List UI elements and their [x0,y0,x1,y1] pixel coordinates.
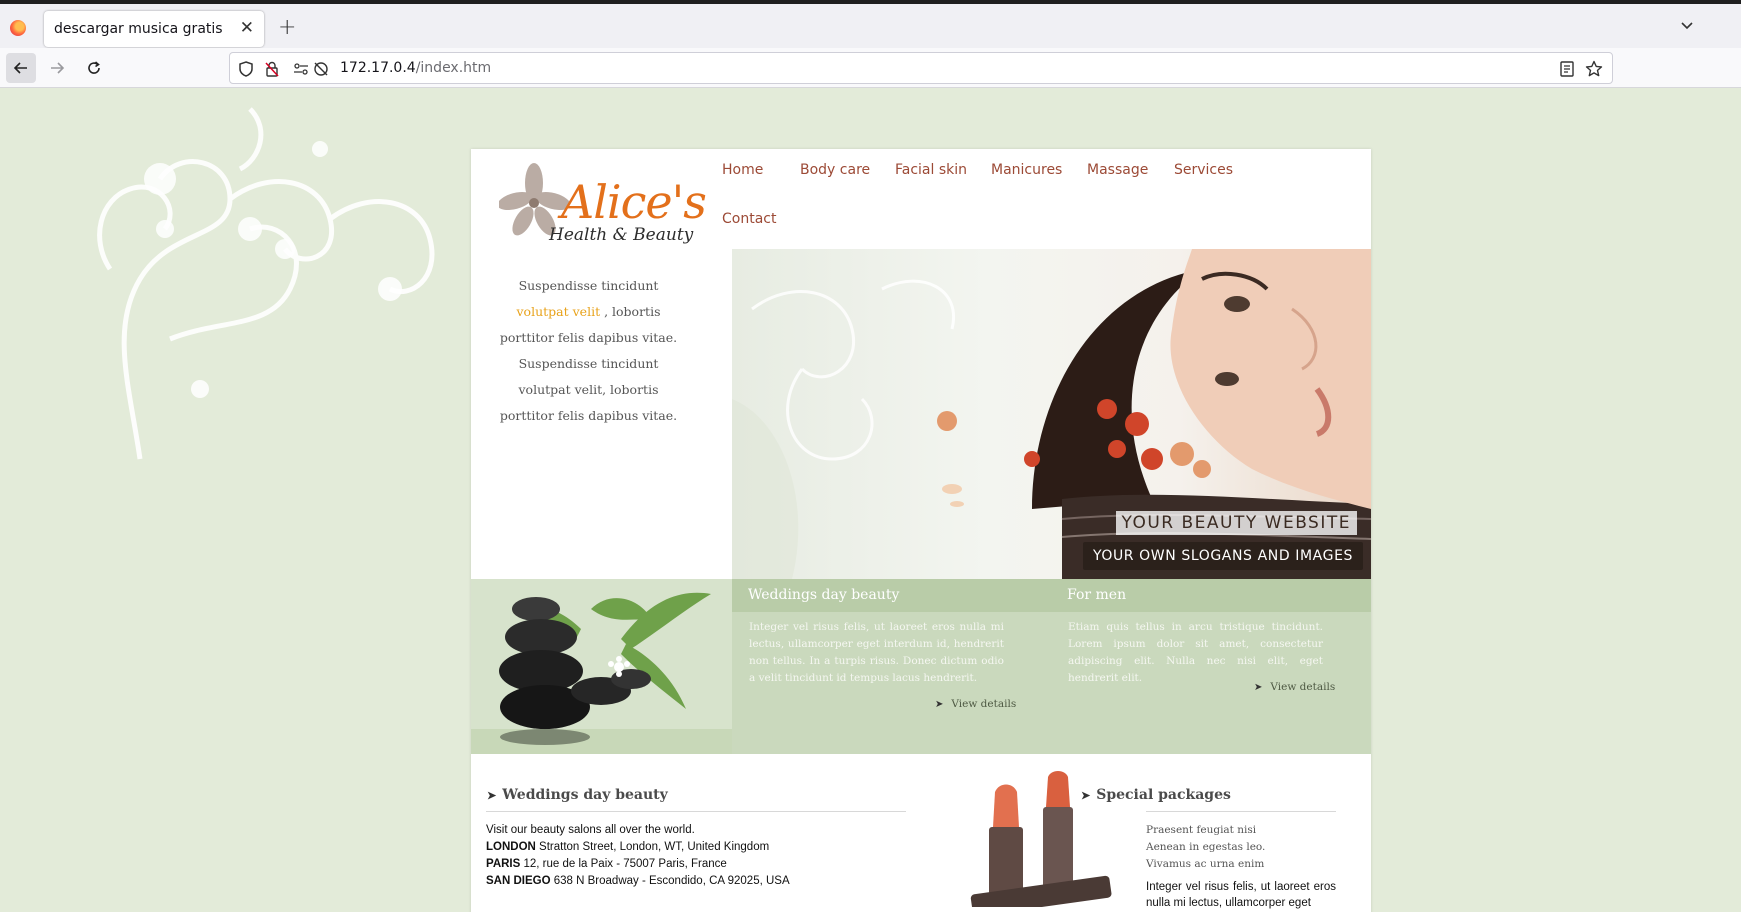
reload-button[interactable] [79,53,109,83]
menu-item-massage[interactable]: Massage [1087,162,1148,178]
weddings-heading: ➤ Weddings day beauty [487,787,668,803]
packages-list-item: Praesent feugiat nisi [1146,824,1257,836]
menu-item-services[interactable]: Services [1174,162,1233,178]
city-san-diego: SAN DIEGO [486,875,551,887]
back-arrow-icon [13,62,27,74]
packages-heading: ➤ Special packages [1081,787,1231,803]
hero-slogan-main: YOUR BEAUTY WEBSITE [1115,511,1357,535]
chevron-right-icon: ➤ [1081,789,1091,802]
address-san-diego-text: 638 N Broadway - Escondido, CA 92025, US… [553,875,790,887]
back-button[interactable] [6,53,36,83]
insecure-lock-icon[interactable] [263,60,281,78]
address-bar[interactable]: 172.17.0.4/index.htm [229,52,1613,84]
menu-item-body-care[interactable]: Body care [800,162,870,178]
site-container: Alice's Health & Beauty Home Body care F… [471,149,1371,912]
packages-text: Integer vel risus felis, ut laoreet eros… [1146,881,1336,909]
tab-bar: descargar musica gratis ✕ + [0,4,1741,48]
view-details-label: View details [1270,681,1336,693]
packages-list: Praesent feugiat nisi Aenean in egestas … [1146,822,1265,873]
hero-slogan-sub: YOUR OWN SLOGANS AND IMAGES [1082,542,1363,570]
url-path: /index.htm [415,60,492,76]
navigation-toolbar: 172.17.0.4/index.htm [0,48,1741,88]
reload-icon [88,61,100,74]
new-tab-plus-icon[interactable]: + [278,15,296,40]
spa-stones-image [471,579,732,754]
weddings-divider [486,811,906,812]
bookmark-star-icon[interactable] [1584,59,1604,79]
menu-item-manicures[interactable]: Manicures [991,162,1062,178]
address-paris: PARIS 12, rue de la Paix - 75007 Paris, … [486,856,846,873]
floral-swirl-decoration [97,107,435,460]
packages-heading-label: Special packages [1096,787,1231,803]
hero-banner: YOUR BEAUTY WEBSITE YOUR OWN SLOGANS AND… [732,249,1371,579]
url-text[interactable]: 172.17.0.4/index.htm [340,60,491,76]
city-paris: PARIS [486,858,521,870]
forward-button[interactable] [42,53,72,83]
close-tab-icon[interactable]: ✕ [240,18,254,38]
tab-title: descargar musica gratis [54,21,223,37]
browser-tab-active[interactable]: descargar musica gratis ✕ [44,11,264,47]
features-band: Weddings day beauty Integer vel risus fe… [471,579,1371,754]
packages-list-item: Aenean in egestas leo. [1146,841,1266,853]
logo-name: Alice's [561,175,707,229]
address-london: LONDON Stratton Street, London, WT, Unit… [486,839,846,856]
view-details-label: View details [951,698,1017,710]
shield-icon[interactable] [237,60,255,78]
permissions-icon[interactable] [292,60,310,78]
feature-men-text: Etiam quis tellus in arcu tristique tinc… [1068,621,1323,684]
feature-men-view-details[interactable]: ➤ View details [1254,681,1335,693]
menu-item-home[interactable]: Home [722,162,763,178]
feature-weddings-text: Integer vel risus felis, ut laoreet eros… [749,621,1004,684]
address-paris-text: 12, rue de la Paix - 75007 Paris, France [523,858,727,870]
forward-arrow-icon [51,62,65,74]
feature-weddings-title: Weddings day beauty [748,587,900,603]
url-host: 172.17.0.4 [340,60,416,76]
packages-list-item: Vivamus ac urna enim [1146,858,1265,870]
intro-text: Suspendisse tincidunt volutpat velit , l… [491,273,686,429]
address-san-diego: SAN DIEGO 638 N Broadway - Escondido, CA… [486,873,846,890]
page-viewport: Alice's Health & Beauty Home Body care F… [0,89,1741,912]
firefox-icon [10,20,26,36]
intro-highlight-link[interactable]: volutpat velit [517,304,601,319]
site-logo[interactable]: Alice's Health & Beauty [499,161,709,251]
menu-item-facial-skin[interactable]: Facial skin [895,162,967,178]
addresses-intro: Visit our beauty salons all over the wor… [486,824,695,836]
tracking-protection-off-icon[interactable] [312,60,330,78]
weddings-heading-label: Weddings day beauty [502,787,668,803]
intro-part1: Suspendisse tincidunt [518,278,659,293]
feature-men-title: For men [1067,587,1127,603]
address-london-text: Stratton Street, London, WT, United King… [539,841,770,853]
packages-divider [1146,811,1336,812]
logo-tagline: Health & Beauty [549,225,694,245]
reader-view-icon[interactable] [1558,60,1576,78]
list-all-tabs-chevron-icon[interactable] [1679,17,1695,33]
stones-illustration [471,592,732,754]
chevron-right-icon: ➤ [935,699,944,710]
chevron-right-icon: ➤ [487,789,497,802]
chevron-right-icon: ➤ [1254,682,1263,693]
intro-part2: , lobortis porttitor felis dapibus vitae… [499,304,678,423]
menu-item-contact[interactable]: Contact [722,211,776,227]
feature-weddings-view-details[interactable]: ➤ View details [935,698,1016,710]
salon-addresses: Visit our beauty salons all over the wor… [486,822,846,890]
city-london: LONDON [486,841,536,853]
